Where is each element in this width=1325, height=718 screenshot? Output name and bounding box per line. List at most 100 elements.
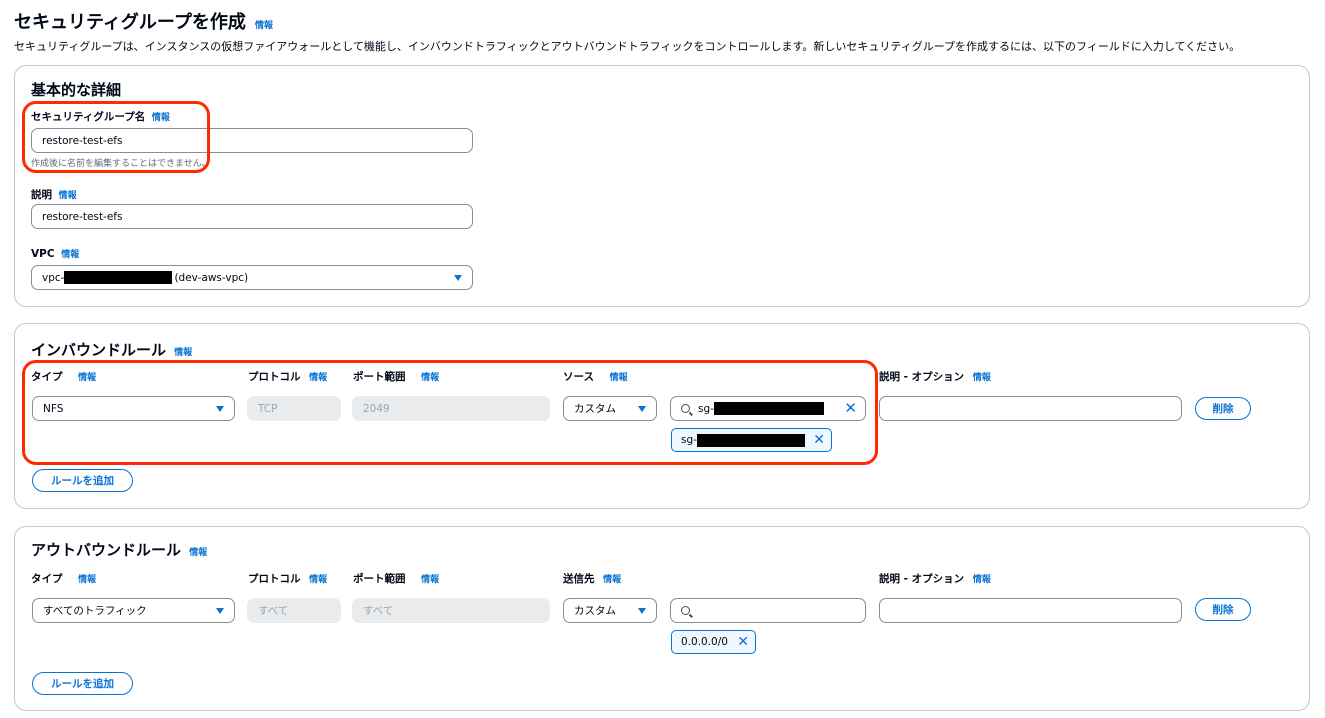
outbound-col-port-text: ポート範囲	[353, 573, 406, 585]
inbound-delete-button[interactable]: 削除	[1195, 397, 1251, 420]
outbound-type-value: すべてのトラフィック	[43, 605, 147, 617]
outbound-protocol-value: すべて	[258, 605, 289, 617]
inbound-protocol-field: TCP	[247, 396, 341, 421]
outbound-desc-info-link[interactable]: 情報	[973, 575, 991, 585]
clear-icon[interactable]: ✕	[844, 399, 857, 417]
sg-id-redaction	[696, 433, 805, 447]
vpc-label: VPC 情報	[31, 247, 79, 260]
inbound-col-type-text: タイプ	[31, 371, 63, 383]
outbound-col-protocol: プロトコル 情報	[248, 571, 327, 586]
inbound-source-token: sg- ✕	[671, 428, 832, 452]
page-header: セキュリティグループを作成 情報	[14, 8, 273, 34]
search-icon	[681, 606, 690, 615]
page-title: セキュリティグループを作成	[14, 12, 246, 33]
outbound-col-desc-text: 説明 - オプション	[879, 573, 965, 585]
close-icon[interactable]: ✕	[813, 432, 825, 448]
outbound-protocol-info-link[interactable]: 情報	[309, 575, 327, 585]
outbound-add-rule-button[interactable]: ルールを追加	[32, 672, 133, 695]
inbound-source-search-input[interactable]: sg- ✕	[670, 396, 866, 421]
chevron-down-icon	[454, 275, 462, 281]
inbound-col-port-text: ポート範囲	[353, 371, 406, 383]
vpc-id-redaction	[64, 271, 173, 284]
outbound-dest-info-link[interactable]: 情報	[603, 575, 621, 585]
outbound-col-type-text: タイプ	[31, 573, 63, 585]
outbound-title: アウトバウンドルール 情報	[31, 539, 207, 560]
vpc-label-text: VPC	[31, 248, 55, 260]
inbound-col-protocol: プロトコル 情報	[248, 369, 327, 384]
inbound-type-info-link[interactable]: 情報	[78, 373, 96, 383]
outbound-type-select[interactable]: すべてのトラフィック	[32, 598, 235, 623]
inbound-port-value: 2049	[363, 402, 390, 415]
sg-name-hint: 作成後に名前を編集することはできません。	[31, 159, 211, 169]
inbound-protocol-info-link[interactable]: 情報	[309, 373, 327, 383]
inbound-col-desc: 説明 - オプション 情報	[879, 369, 991, 384]
inbound-col-type: タイプ 情報	[31, 369, 96, 384]
inbound-col-source: ソース 情報	[563, 369, 628, 384]
outbound-col-protocol-text: プロトコル	[248, 573, 301, 585]
inbound-type-value: NFS	[43, 402, 64, 415]
outbound-dest-value: カスタム	[574, 605, 616, 617]
inbound-desc-info-link[interactable]: 情報	[973, 373, 991, 383]
outbound-col-type: タイプ 情報	[31, 571, 96, 586]
inbound-col-desc-text: 説明 - オプション	[879, 371, 965, 383]
inbound-add-rule-button[interactable]: ルールを追加	[32, 469, 133, 492]
inbound-search-prefix: sg-	[698, 402, 714, 415]
inbound-port-info-link[interactable]: 情報	[421, 373, 439, 383]
sg-name-info-link[interactable]: 情報	[152, 113, 170, 123]
outbound-dest-search-input[interactable]	[670, 598, 866, 623]
vpc-name: (dev-aws-vpc)	[174, 271, 249, 284]
inbound-token-prefix: sg-	[681, 434, 697, 446]
outbound-port-field: すべて	[352, 598, 550, 623]
outbound-col-port: ポート範囲 情報	[353, 571, 439, 586]
outbound-protocol-field: すべて	[247, 598, 341, 623]
inbound-col-source-text: ソース	[563, 371, 594, 383]
inbound-port-field: 2049	[352, 396, 550, 421]
chevron-down-icon	[638, 608, 646, 614]
outbound-type-info-link[interactable]: 情報	[78, 575, 96, 585]
description-input[interactable]: restore-test-efs	[31, 204, 473, 229]
inbound-type-select[interactable]: NFS	[32, 396, 235, 421]
inbound-protocol-value: TCP	[258, 402, 278, 415]
vpc-info-link[interactable]: 情報	[61, 250, 79, 260]
vpc-select[interactable]: vpc- (dev-aws-vpc)	[31, 265, 473, 290]
inbound-source-info-link[interactable]: 情報	[610, 373, 628, 383]
page-description: セキュリティグループは、インスタンスの仮想ファイアウォールとして機能し、インバウ…	[14, 40, 1241, 53]
outbound-col-dest-text: 送信先	[563, 573, 595, 585]
sg-id-redaction	[713, 402, 824, 415]
outbound-title-text: アウトバウンドルール	[31, 541, 182, 559]
inbound-info-link[interactable]: 情報	[174, 348, 192, 358]
description-label-text: 説明	[31, 189, 52, 201]
page-info-link[interactable]: 情報	[255, 21, 273, 31]
outbound-delete-button[interactable]: 削除	[1195, 598, 1251, 621]
basic-details-card: 基本的な詳細 セキュリティグループ名 情報 restore-test-efs 作…	[14, 65, 1310, 307]
basic-details-title: 基本的な詳細	[31, 81, 122, 99]
description-label: 説明 情報	[31, 187, 77, 202]
sg-name-input[interactable]: restore-test-efs	[31, 128, 473, 153]
sg-name-label-text: セキュリティグループ名	[31, 111, 146, 123]
outbound-port-info-link[interactable]: 情報	[421, 575, 439, 585]
vpc-prefix: vpc-	[42, 271, 65, 284]
outbound-port-value: すべて	[363, 605, 394, 617]
inbound-col-port: ポート範囲 情報	[353, 369, 439, 384]
chevron-down-icon	[216, 406, 224, 412]
inbound-title: インバウンドルール 情報	[31, 339, 192, 360]
inbound-rules-card: インバウンドルール 情報 タイプ 情報 プロトコル 情報 ポート範囲 情報 ソー…	[14, 323, 1310, 509]
outbound-desc-input[interactable]	[879, 598, 1182, 623]
inbound-title-text: インバウンドルール	[31, 341, 167, 359]
outbound-dest-token: 0.0.0.0/0 ✕	[671, 630, 756, 654]
inbound-source-value: カスタム	[574, 403, 616, 415]
outbound-rules-card: アウトバウンドルール 情報 タイプ 情報 プロトコル 情報 ポート範囲 情報 送…	[14, 526, 1310, 711]
close-icon[interactable]: ✕	[737, 634, 749, 650]
search-icon	[681, 404, 690, 413]
outbound-info-link[interactable]: 情報	[189, 548, 207, 558]
inbound-col-protocol-text: プロトコル	[248, 371, 301, 383]
outbound-token-value: 0.0.0.0/0	[681, 636, 728, 648]
chevron-down-icon	[638, 406, 646, 412]
description-info-link[interactable]: 情報	[59, 191, 77, 201]
outbound-dest-select[interactable]: カスタム	[563, 598, 657, 623]
inbound-desc-input[interactable]	[879, 396, 1182, 421]
chevron-down-icon	[216, 608, 224, 614]
outbound-col-dest: 送信先 情報	[563, 571, 621, 586]
outbound-col-desc: 説明 - オプション 情報	[879, 571, 991, 586]
inbound-source-select[interactable]: カスタム	[563, 396, 657, 421]
